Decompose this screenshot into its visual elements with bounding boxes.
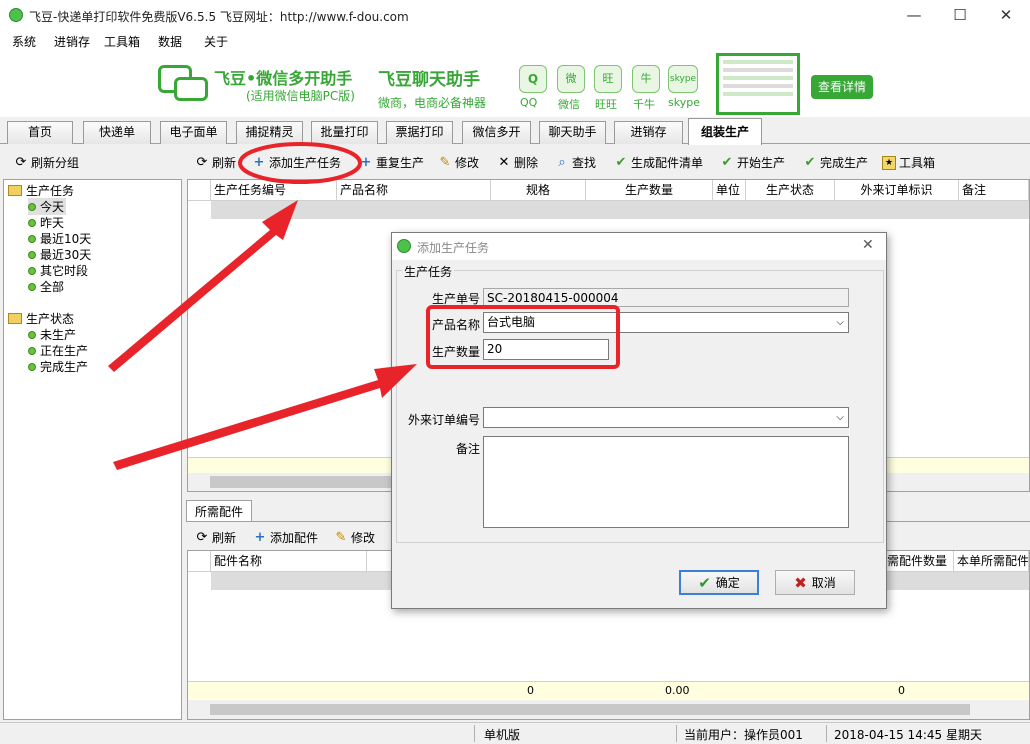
- status-mode: 单机版: [484, 728, 521, 742]
- arrow-to-add-button: [108, 200, 298, 372]
- annotation-overlay: [108, 142, 620, 470]
- status-bar: 单机版 当前用户： 操作员001 2018-04-15 14:45 星期天: [0, 722, 1030, 744]
- status-user: 操作员001: [744, 728, 803, 742]
- highlight-rect: [426, 305, 620, 369]
- status-datetime: 2018-04-15 14:45 星期天: [834, 728, 982, 742]
- arrow-to-fields: [113, 364, 417, 470]
- status-user-label: 当前用户：: [684, 728, 745, 742]
- highlight-ellipse: [238, 142, 362, 184]
